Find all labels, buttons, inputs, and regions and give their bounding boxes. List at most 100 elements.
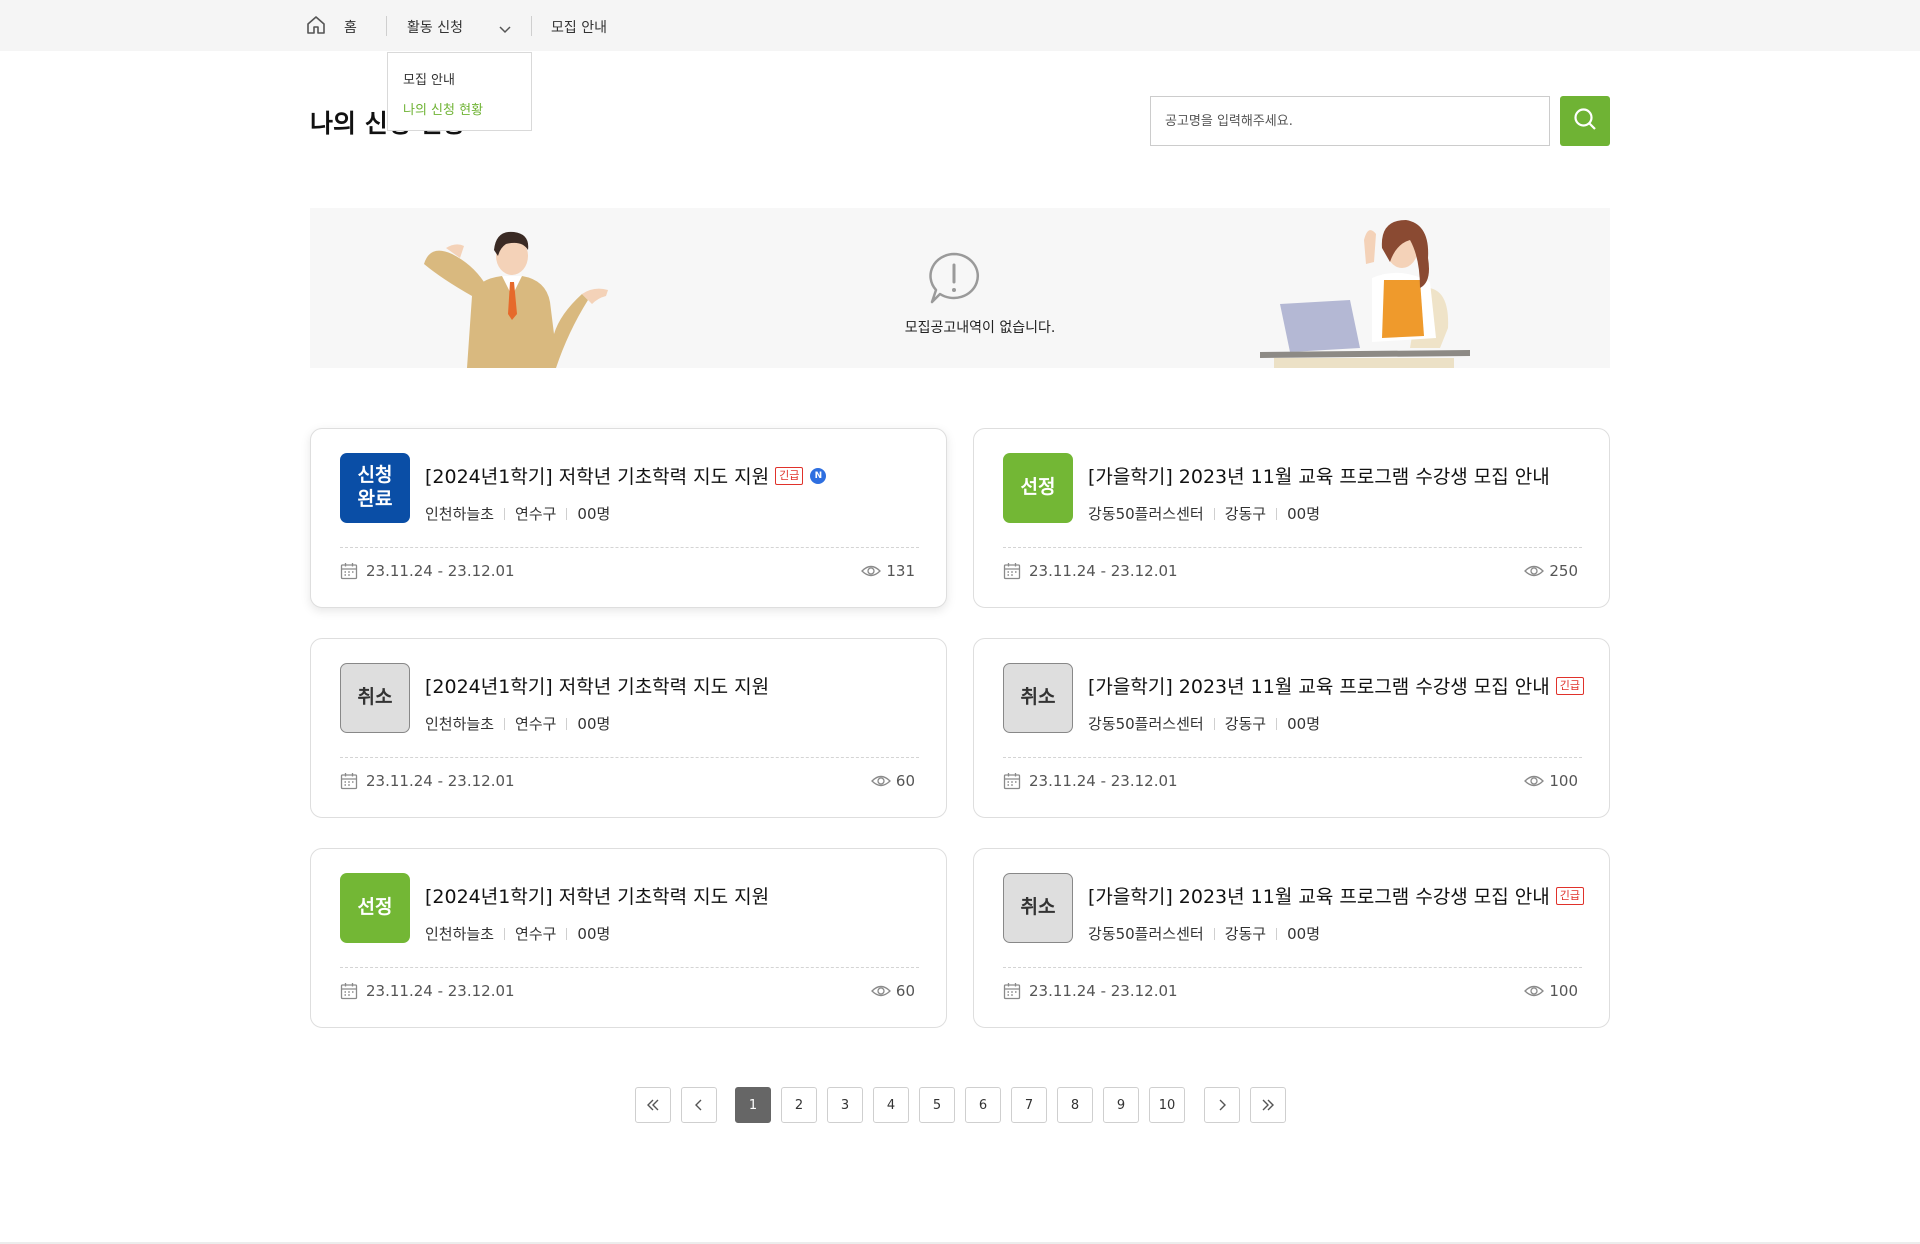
eye-icon bbox=[1524, 985, 1545, 997]
card-org: 인천하늘초 bbox=[425, 925, 495, 943]
page-button[interactable]: 5 bbox=[919, 1087, 955, 1123]
double-chevron-right-icon bbox=[1262, 1099, 1274, 1111]
card-divider bbox=[1003, 547, 1582, 548]
card-views: 100 bbox=[1524, 772, 1578, 790]
meta-divider bbox=[566, 927, 568, 940]
empty-message: 모집공고내역이 없습니다. bbox=[904, 320, 1056, 336]
card-divider bbox=[340, 757, 919, 758]
card-org: 강동50플러스센터 bbox=[1088, 505, 1204, 523]
card-district: 연수구 bbox=[515, 505, 557, 523]
urgent-tag: 긴급 bbox=[775, 466, 804, 485]
card-views-count: 250 bbox=[1549, 562, 1578, 580]
empty-notice-banner: 모집공고내역이 없습니다. bbox=[310, 208, 1610, 368]
eye-icon bbox=[870, 985, 891, 997]
card-org: 인천하늘초 bbox=[425, 505, 495, 523]
application-card[interactable]: 취소 [가을학기] 2023년 11월 교육 프로그램 수강생 모집 안내 긴급 강동… bbox=[973, 638, 1610, 818]
meta-divider bbox=[1276, 717, 1278, 730]
page-button[interactable]: 2 bbox=[781, 1087, 817, 1123]
card-title-row: [가을학기] 2023년 11월 교육 프로그램 수강생 모집 안내 bbox=[1088, 462, 1550, 489]
status-badge: 취소 bbox=[340, 663, 410, 733]
card-title[interactable]: [가을학기] 2023년 11월 교육 프로그램 수강생 모집 안내 bbox=[1088, 882, 1550, 909]
application-card[interactable]: 선정 [2024년1학기] 저학년 기초학력 지도 지원인천하늘초 연수구 00명 23… bbox=[310, 848, 947, 1028]
card-meta: 강동50플러스센터 강동구 00명 bbox=[1088, 713, 1320, 734]
card-views-count: 60 bbox=[895, 772, 915, 790]
card-district: 강동구 bbox=[1224, 505, 1267, 523]
card-meta: 강동50플러스센터 강동구 00명 bbox=[1088, 923, 1320, 944]
status-badge: 선정 bbox=[1003, 453, 1073, 523]
meta-divider bbox=[566, 507, 568, 520]
card-district: 연수구 bbox=[515, 925, 557, 943]
page-button[interactable]: 7 bbox=[1011, 1087, 1047, 1123]
meta-divider bbox=[504, 927, 506, 940]
card-title-row: [가을학기] 2023년 11월 교육 프로그램 수강생 모집 안내 긴급 bbox=[1088, 882, 1585, 909]
breadcrumb-home-link[interactable]: 홈 bbox=[344, 17, 357, 37]
search-input[interactable] bbox=[1151, 97, 1549, 145]
chevron-right-icon bbox=[1219, 1099, 1226, 1111]
meta-divider bbox=[1276, 927, 1278, 940]
meta-divider bbox=[504, 717, 506, 730]
application-card[interactable]: 신청 완료 [2024년1학기] 저학년 기초학력 지도 지원 긴급 N 인천하늘초 연수… bbox=[310, 428, 947, 608]
man-illustration bbox=[422, 224, 612, 368]
card-title[interactable]: [가을학기] 2023년 11월 교육 프로그램 수강생 모집 안내 bbox=[1088, 672, 1550, 699]
card-org: 강동50플러스센터 bbox=[1088, 715, 1204, 733]
last-page-button[interactable] bbox=[1250, 1087, 1286, 1123]
card-date: 23.11.24 - 23.12.01 bbox=[340, 772, 515, 790]
page-button[interactable]: 1 bbox=[735, 1087, 771, 1123]
card-date: 23.11.24 - 23.12.01 bbox=[340, 562, 515, 580]
meta-divider bbox=[504, 507, 506, 520]
card-date-text: 23.11.24 - 23.12.01 bbox=[366, 982, 515, 1000]
page-button[interactable]: 8 bbox=[1057, 1087, 1093, 1123]
meta-divider bbox=[566, 717, 568, 730]
next-page-button[interactable] bbox=[1204, 1087, 1240, 1123]
application-card[interactable]: 선정 [가을학기] 2023년 11월 교육 프로그램 수강생 모집 안내강동50… bbox=[973, 428, 1610, 608]
card-views: 131 bbox=[861, 562, 915, 580]
application-card[interactable]: 취소 [2024년1학기] 저학년 기초학력 지도 지원인천하늘초 연수구 00명 23… bbox=[310, 638, 947, 818]
meta-divider bbox=[1276, 507, 1278, 520]
card-count: 00명 bbox=[1287, 505, 1320, 523]
home-icon[interactable] bbox=[305, 15, 329, 37]
card-title-row: [2024년1학기] 저학년 기초학력 지도 지원 긴급 N bbox=[425, 462, 827, 489]
card-org: 강동50플러스센터 bbox=[1088, 925, 1204, 943]
card-title[interactable]: [2024년1학기] 저학년 기초학력 지도 지원 bbox=[425, 672, 769, 699]
prev-page-button[interactable] bbox=[681, 1087, 717, 1123]
breadcrumb-dropdown[interactable]: 활동 신청 bbox=[386, 0, 531, 51]
status-badge: 선정 bbox=[340, 873, 410, 943]
page-button[interactable]: 9 bbox=[1103, 1087, 1139, 1123]
first-page-button[interactable] bbox=[635, 1087, 671, 1123]
card-district: 강동구 bbox=[1224, 925, 1267, 943]
calendar-icon bbox=[340, 563, 358, 580]
card-title-row: [2024년1학기] 저학년 기초학력 지도 지원 bbox=[425, 672, 769, 699]
search-button[interactable] bbox=[1560, 96, 1610, 146]
card-views: 100 bbox=[1524, 982, 1578, 1000]
breadcrumb-dropdown-menu: 모집 안내 나의 신청 현황 bbox=[387, 52, 532, 131]
dropdown-item-my-applications[interactable]: 나의 신청 현황 bbox=[403, 99, 483, 118]
card-meta: 강동50플러스센터 강동구 00명 bbox=[1088, 503, 1320, 524]
card-title[interactable]: [2024년1학기] 저학년 기초학력 지도 지원 bbox=[425, 882, 769, 909]
eye-icon bbox=[861, 565, 882, 577]
page-button[interactable]: 10 bbox=[1149, 1087, 1185, 1123]
dropdown-item-recruit[interactable]: 모집 안내 bbox=[403, 69, 455, 88]
calendar-icon bbox=[1003, 563, 1021, 580]
urgent-tag: 긴급 bbox=[1555, 676, 1585, 695]
page-button[interactable]: 3 bbox=[827, 1087, 863, 1123]
breadcrumb-current[interactable]: 모집 안내 bbox=[551, 17, 607, 37]
eye-icon bbox=[1524, 775, 1545, 787]
card-meta: 인천하늘초 연수구 00명 bbox=[425, 503, 610, 524]
card-date: 23.11.24 - 23.12.01 bbox=[1003, 982, 1178, 1000]
card-date-text: 23.11.24 - 23.12.01 bbox=[1029, 982, 1178, 1000]
page-button[interactable]: 6 bbox=[965, 1087, 1001, 1123]
card-district: 강동구 bbox=[1224, 715, 1267, 733]
card-org: 인천하늘초 bbox=[425, 715, 495, 733]
alert-speech-icon bbox=[926, 250, 982, 306]
card-title[interactable]: [가을학기] 2023년 11월 교육 프로그램 수강생 모집 안내 bbox=[1088, 462, 1550, 489]
card-meta: 인천하늘초 연수구 00명 bbox=[425, 713, 610, 734]
card-title[interactable]: [2024년1학기] 저학년 기초학력 지도 지원 bbox=[425, 462, 769, 489]
new-tag: N bbox=[810, 467, 827, 484]
meta-divider bbox=[1213, 717, 1215, 730]
calendar-icon bbox=[340, 983, 358, 1000]
card-date: 23.11.24 - 23.12.01 bbox=[1003, 772, 1178, 790]
page-button[interactable]: 4 bbox=[873, 1087, 909, 1123]
application-card[interactable]: 취소 [가을학기] 2023년 11월 교육 프로그램 수강생 모집 안내 긴급 강동… bbox=[973, 848, 1610, 1028]
card-count: 00명 bbox=[577, 925, 611, 943]
search-field bbox=[1150, 96, 1550, 146]
